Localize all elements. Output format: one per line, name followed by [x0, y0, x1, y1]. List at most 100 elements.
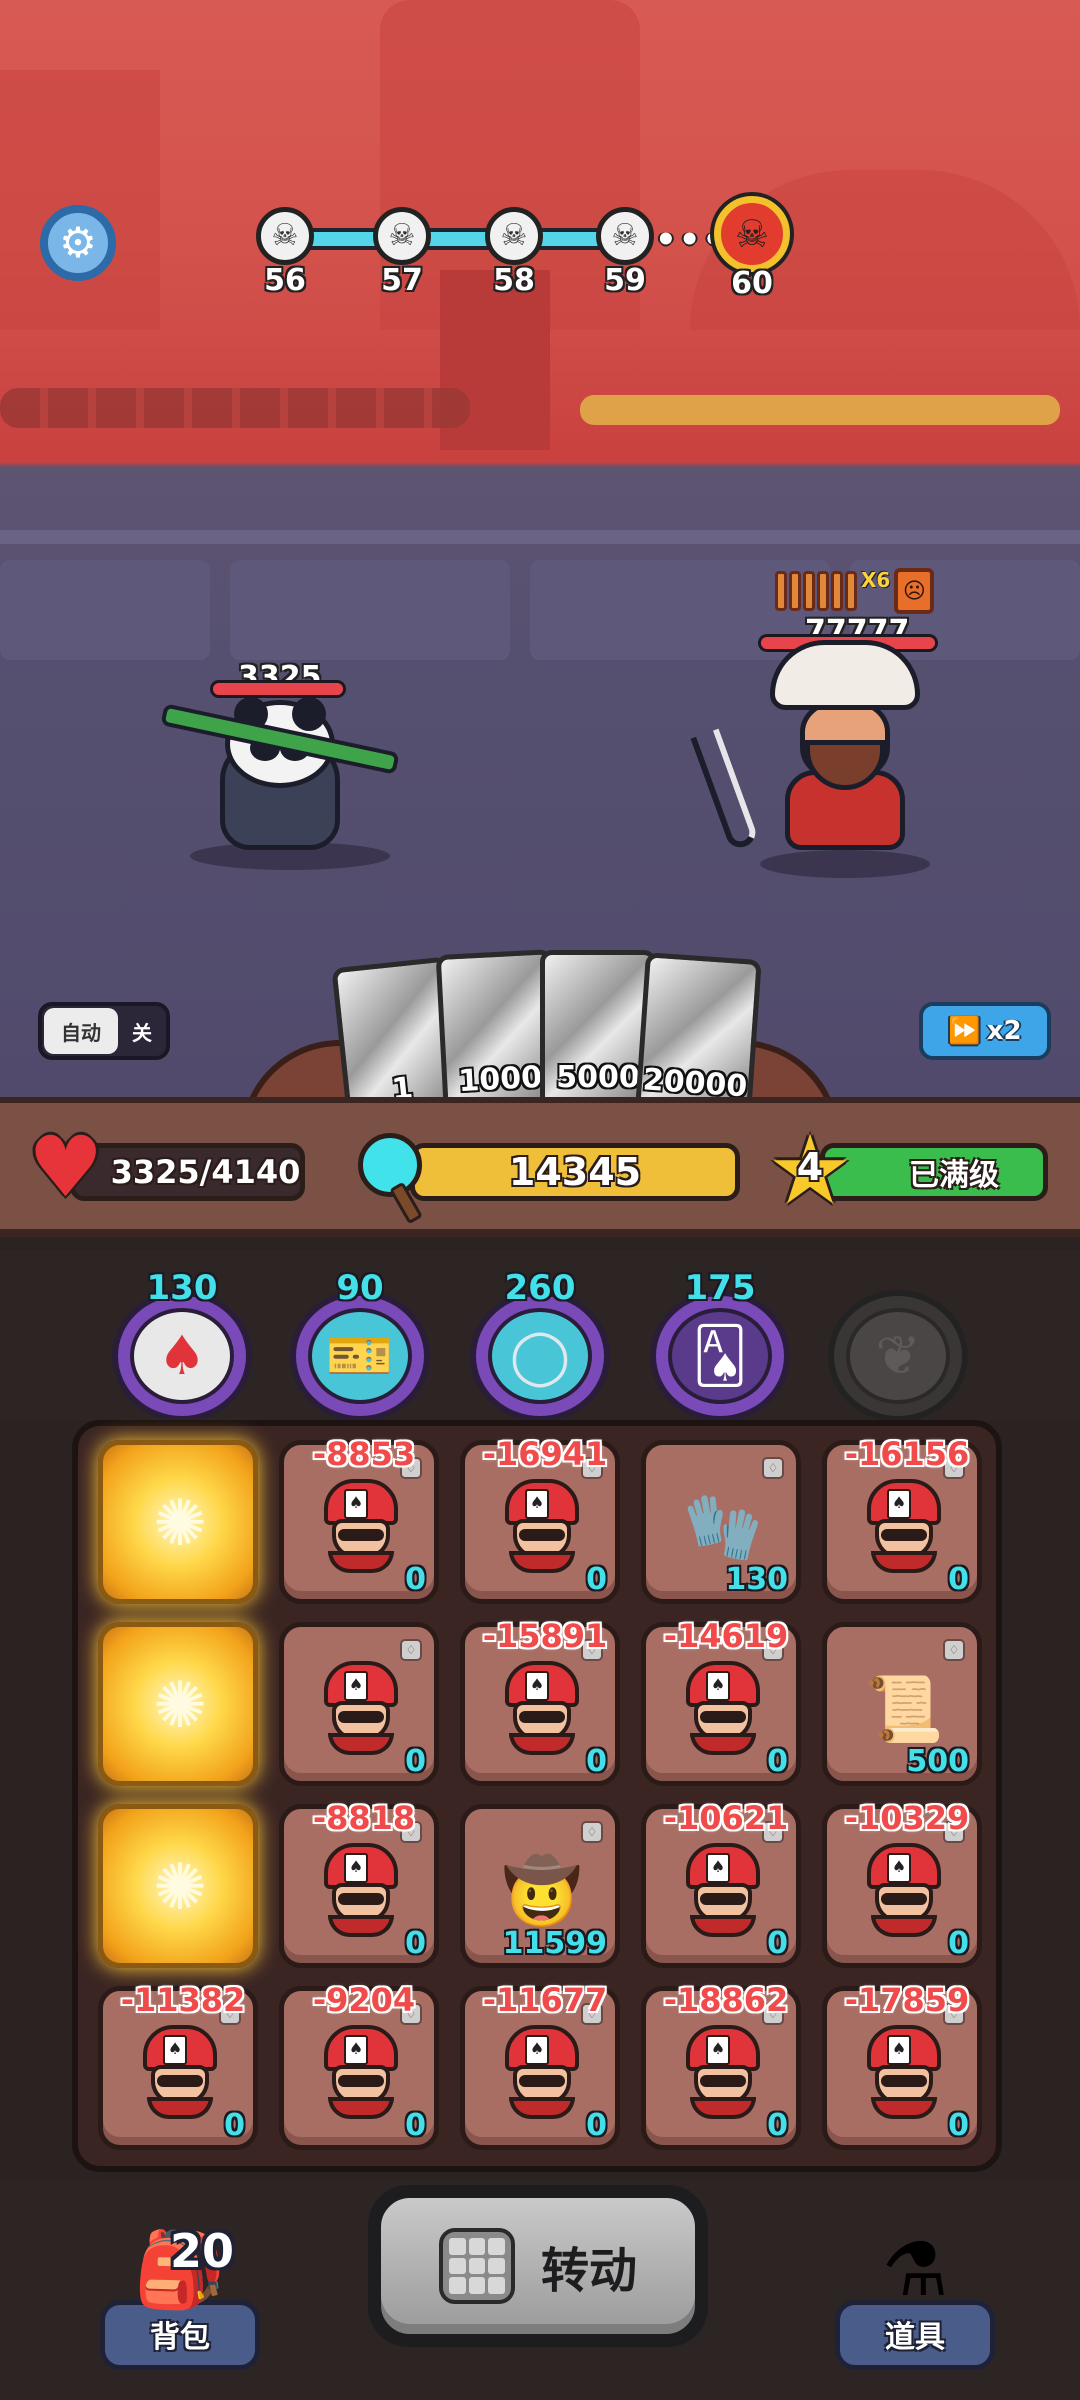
auto-battle-toggle[interactable]: 自动 关	[38, 1002, 170, 1060]
board-slot[interactable]: ♢ ♠ -10621 0	[641, 1799, 801, 1968]
gold-pill: 14345	[410, 1143, 740, 1201]
settings-button[interactable]: ⚙	[40, 205, 116, 281]
auto-state: 关	[132, 1020, 152, 1045]
background-tower	[0, 70, 160, 330]
board-slot[interactable]: ♢ 📜 500	[822, 1622, 982, 1786]
relic-count: 175	[684, 1268, 756, 1308]
board-slot-activating[interactable]: ✺	[98, 1622, 258, 1786]
spade-card: ♠	[525, 2035, 549, 2065]
relic-ticket[interactable]: 90 🎫	[290, 1268, 430, 1422]
spade-card: ♠	[344, 1671, 368, 1701]
slot-value: 0	[948, 1562, 969, 1597]
bandit-glasses	[700, 1893, 746, 1905]
board-slot[interactable]: ♢ ♠ -17859 0	[822, 1981, 982, 2150]
relic-frame: ❦	[828, 1290, 968, 1422]
board-slot-activating[interactable]: ✺	[98, 1440, 258, 1604]
damage-number: -18862	[663, 1981, 789, 2019]
bandit-scarf	[328, 1733, 394, 1755]
board-slot-activating[interactable]: ✺	[98, 1804, 258, 1968]
auto-label: 自动	[44, 1008, 118, 1054]
spin-button[interactable]: 转动	[368, 2185, 708, 2347]
damage-number: -17859	[844, 1981, 970, 2019]
spade-card: ♠	[706, 1853, 730, 1883]
relic-count: 90	[336, 1268, 384, 1308]
bandit-scarf	[871, 1915, 937, 1937]
slot-value: 0	[405, 1744, 426, 1779]
skill-card[interactable]: 20000	[634, 952, 762, 1100]
slot-value: 0	[767, 1926, 788, 1961]
damage-number: -14619	[663, 1617, 789, 1655]
card-bandit-icon: ♠	[501, 2025, 583, 2121]
board-slot[interactable]: ♢ ♠ -8853 0	[279, 1435, 439, 1604]
board-slot[interactable]: ♢ ♠ -11382 0	[98, 1981, 258, 2150]
board-slot[interactable]: ♢ ♠ -8818 0	[279, 1799, 439, 1968]
ticket-icon: 🎫	[308, 1308, 412, 1404]
spade-card: ♠	[525, 1671, 549, 1701]
spade-card: ♠	[887, 1489, 911, 1519]
damage-number: -10621	[663, 1799, 789, 1837]
rarity-corner-icon: ♢	[943, 1639, 965, 1661]
bandit-scarf	[509, 1551, 575, 1573]
board-slot[interactable]: ♢ ♠ -9204 0	[279, 1981, 439, 2150]
board-slot[interactable]: ♢ ♠ -16941 0	[460, 1435, 620, 1604]
skill-cards: 1 1000 5000 20000	[331, 949, 780, 1100]
bandit-glasses	[881, 1529, 927, 1541]
slot-value: 500	[906, 1744, 969, 1779]
board-slot[interactable]: ♢ ♠ -15891 0	[460, 1617, 620, 1786]
rage-buff-icon: ☹	[894, 568, 935, 614]
relic-ring[interactable]: 260 ◯	[470, 1268, 610, 1422]
stage-node: ☠ 57	[372, 207, 432, 298]
buff-stack	[803, 571, 815, 611]
bandit-scarf	[328, 1551, 394, 1573]
damage-number: -10329	[844, 1799, 970, 1837]
bandit-glasses	[338, 2075, 384, 2087]
bandit-scarf	[871, 1551, 937, 1573]
buff-stack	[845, 571, 857, 611]
damage-number: -16156	[844, 1435, 970, 1473]
battle-scene: ⚙ ☠ 56 ☠ 57 ☠ 58 ☠ 59 ••• ☠ 60 3325 X6 ☹…	[0, 0, 1080, 1100]
spade-card: ♠	[706, 1671, 730, 1701]
slot-value: 0	[767, 2108, 788, 2143]
bandit-scarf	[328, 1915, 394, 1937]
relic-locked[interactable]: ❦	[828, 1270, 968, 1422]
skull-icon: ☠	[596, 207, 654, 265]
board-slot[interactable]: ♢ ♠ -11677 0	[460, 1981, 620, 2150]
board-slot[interactable]: ♢ 🧤 130	[641, 1440, 801, 1604]
damage-number: -8853	[312, 1435, 416, 1473]
card-bandit-icon: ♠	[320, 1843, 402, 1939]
relic-poker-chip[interactable]: 130 ♠	[112, 1268, 252, 1422]
relic-playing-cards[interactable]: 175 🂡	[650, 1268, 790, 1422]
board-slot[interactable]: ♢ ♠ -18862 0	[641, 1981, 801, 2150]
card-bandit-icon: ♠	[320, 1479, 402, 1575]
slot-value: 0	[767, 1744, 788, 1779]
background-chain	[0, 388, 470, 428]
spin-label: 转动	[540, 2243, 637, 2299]
items-button[interactable]: ⚗ 道具	[835, 2220, 995, 2380]
boss-buffs: X6 ☹	[775, 568, 935, 614]
backpack-count: 20	[170, 2224, 235, 2278]
card-bandit-icon: ♠	[863, 1843, 945, 1939]
backpack-button[interactable]: 🎒 20 背包	[100, 2220, 260, 2380]
board-slot[interactable]: ♢ 🤠 11599	[460, 1804, 620, 1968]
card-bandit-icon: ♠	[320, 2025, 402, 2121]
card-bandit-icon: ♠	[863, 2025, 945, 2121]
board-slot[interactable]: ♢ ♠ 0	[279, 1622, 439, 1786]
board-slot[interactable]: ♢ ♠ -10329 0	[822, 1799, 982, 1968]
damage-number: -8818	[312, 1799, 416, 1837]
board-slot[interactable]: ♢ ♠ -14619 0	[641, 1617, 801, 1786]
spade-card: ♠	[706, 2035, 730, 2065]
board-slot[interactable]: ♢ ♠ -16156 0	[822, 1435, 982, 1604]
items-label: 道具	[885, 2320, 945, 2355]
slot-value: 0	[586, 1744, 607, 1779]
gunslinger-icon: 🤠	[501, 1843, 583, 1939]
fast-forward-icon: ⏩	[948, 1016, 981, 1046]
bandit-glasses	[700, 2075, 746, 2087]
slot-value: 0	[224, 2108, 245, 2143]
rarity-corner-icon: ♢	[762, 1457, 784, 1479]
speed-button[interactable]: ⏩ x2	[919, 1002, 1051, 1060]
stage-number: 59	[604, 263, 646, 298]
backpack-label: 背包	[150, 2320, 210, 2355]
boss-shadow	[760, 850, 930, 878]
slot-value: 0	[405, 1562, 426, 1597]
potion-icon: ⚗	[881, 2227, 949, 2313]
